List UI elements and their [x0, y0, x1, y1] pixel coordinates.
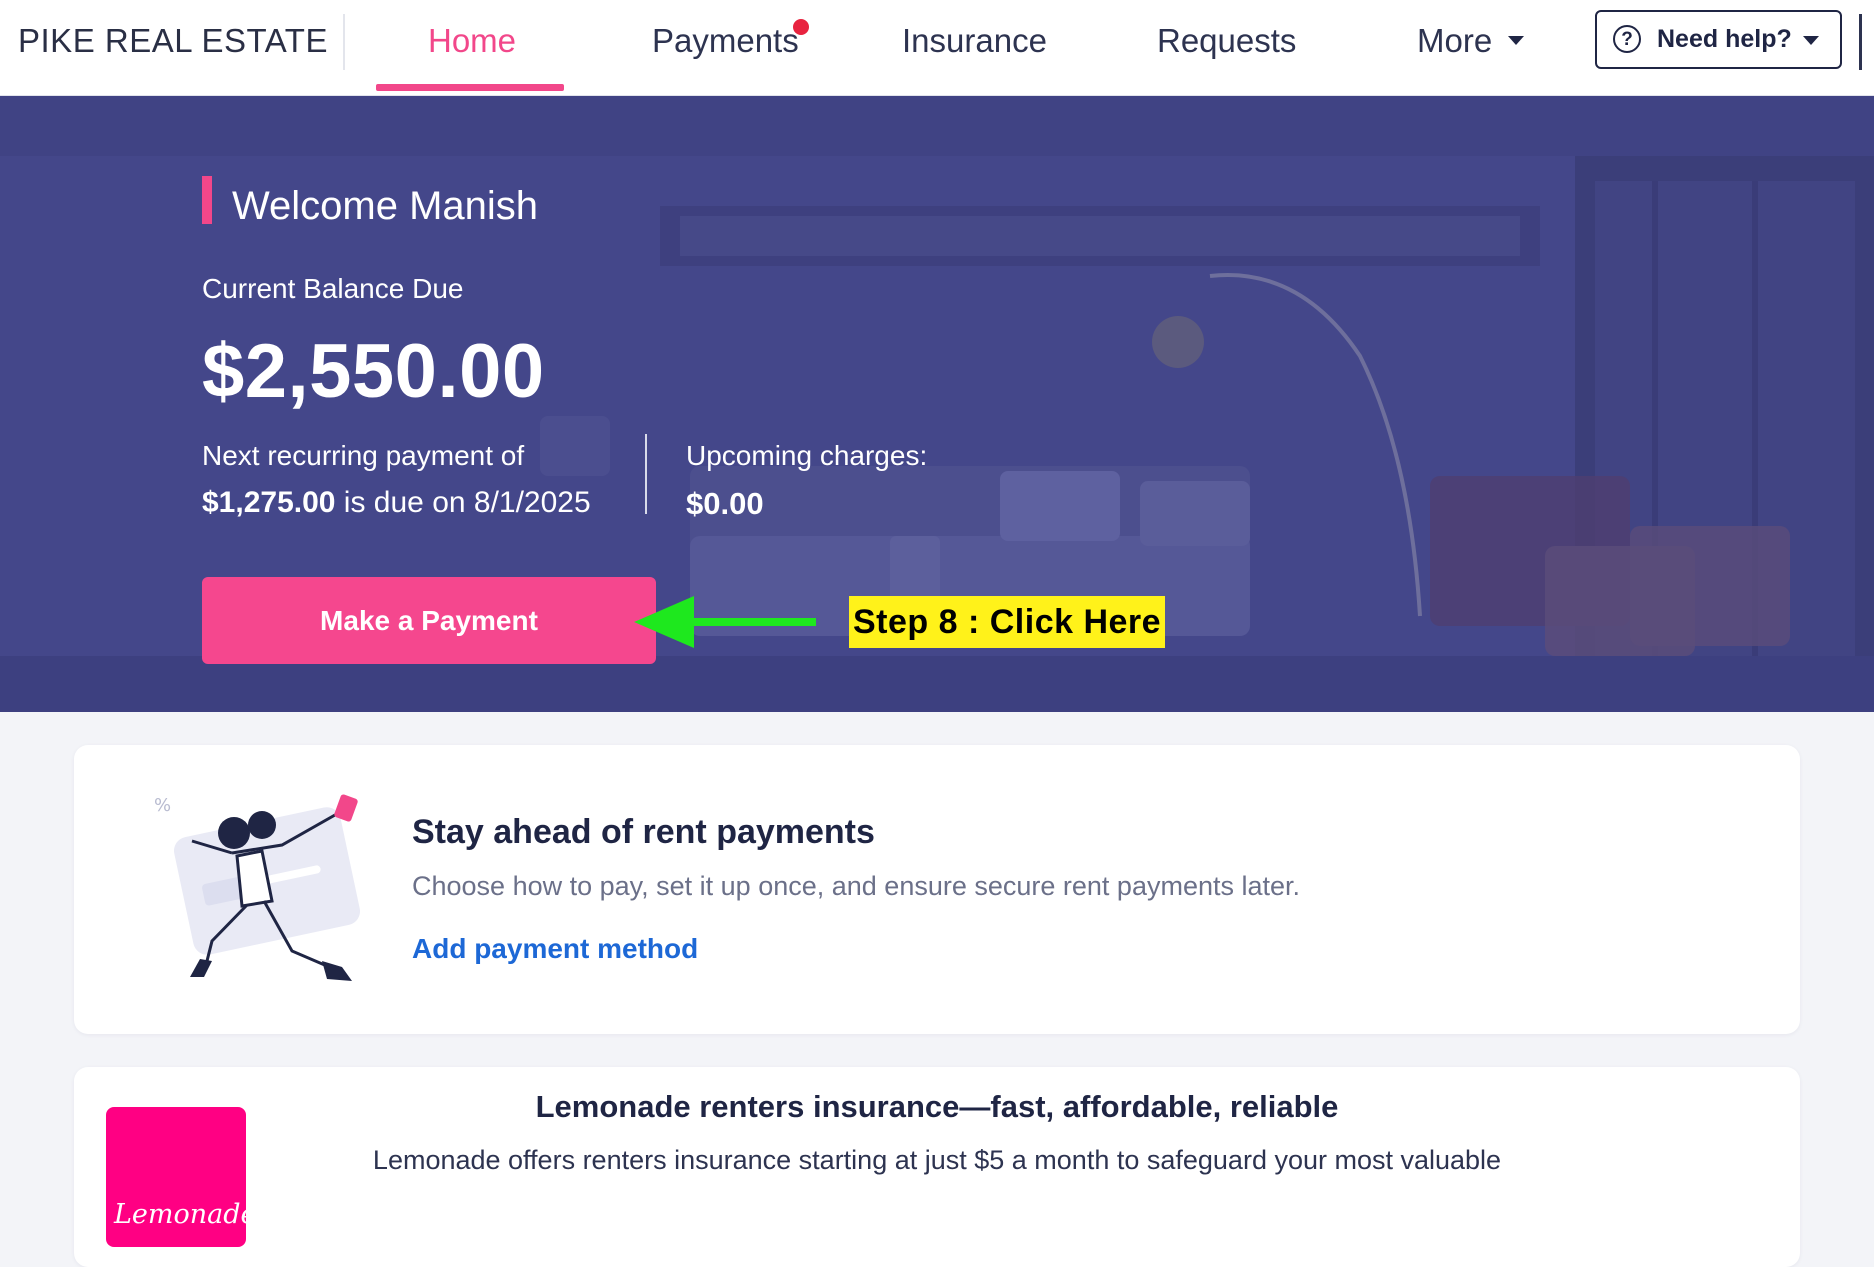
- lemonade-logo-text: Lemonade: [114, 1199, 246, 1230]
- nav-requests[interactable]: Requests: [1157, 22, 1296, 60]
- svg-text:%: %: [154, 795, 171, 816]
- help-caret-down-icon: [1803, 36, 1819, 45]
- nav-payments[interactable]: Payments: [652, 22, 799, 60]
- upcoming-charges-label: Upcoming charges:: [686, 440, 928, 471]
- welcome-accent-bar: [202, 176, 212, 224]
- help-circle-icon: ?: [1613, 25, 1641, 53]
- more-caret-down-icon[interactable]: [1508, 36, 1524, 45]
- next-payment-amount: $1,275.00: [202, 486, 336, 519]
- hero-divider: [645, 434, 647, 514]
- brand-name[interactable]: PIKE REAL ESTATE: [18, 22, 328, 60]
- hero-banner: Welcome Manish Current Balance Due $2,55…: [0, 96, 1874, 712]
- payments-notification-dot: [793, 19, 809, 35]
- insurance-card-description: Lemonade offers renters insurance starti…: [372, 1145, 1502, 1175]
- need-help-label: Need help?: [1657, 25, 1792, 53]
- nav-home-active-indicator: [376, 84, 564, 91]
- next-payment-detail: $1,275.00 is due on 8/1/2025: [202, 486, 591, 520]
- make-payment-button[interactable]: Make a Payment: [202, 577, 656, 664]
- payment-card-title: Stay ahead of rent payments: [412, 813, 875, 851]
- top-navigation: PIKE REAL ESTATE Home Payments Insurance…: [0, 0, 1874, 96]
- need-help-button[interactable]: ? Need help?: [1595, 10, 1842, 69]
- insurance-card-title: Lemonade renters insurance—fast, afforda…: [535, 1089, 1339, 1124]
- insurance-card: Lemonade Lemonade renters insurance—fast…: [74, 1067, 1800, 1267]
- brand-divider: [343, 14, 345, 70]
- balance-label: Current Balance Due: [202, 273, 464, 304]
- annotation-arrow-line: [690, 618, 816, 626]
- annotation-arrow-head: [634, 596, 694, 648]
- payment-card-description: Choose how to pay, set it up once, and e…: [412, 871, 1301, 901]
- nav-insurance[interactable]: Insurance: [902, 22, 1047, 60]
- running-person-card-illustration: %: [154, 794, 361, 981]
- annotation-step-label: Step 8 : Click Here: [849, 596, 1166, 648]
- payment-method-card: % Stay ahead of rent payments Choose how…: [74, 745, 1800, 1034]
- lemonade-logo[interactable]: Lemonade: [106, 1107, 246, 1247]
- nav-more[interactable]: More: [1417, 22, 1492, 60]
- add-payment-method-link[interactable]: Add payment method: [412, 933, 698, 965]
- welcome-heading: Welcome Manish: [232, 184, 539, 228]
- next-payment-due: is due on 8/1/2025: [335, 486, 591, 519]
- upcoming-charges-amount: $0.00: [686, 486, 764, 521]
- scroll-edge-line: [1859, 14, 1862, 70]
- nav-home[interactable]: Home: [428, 22, 516, 60]
- balance-amount: $2,550.00: [202, 329, 545, 414]
- next-payment-label: Next recurring payment of: [202, 440, 525, 471]
